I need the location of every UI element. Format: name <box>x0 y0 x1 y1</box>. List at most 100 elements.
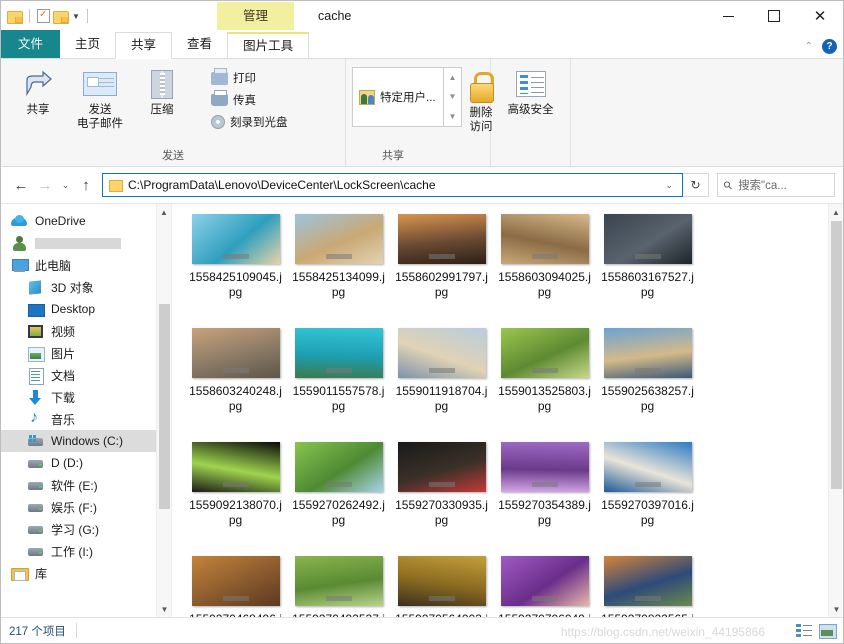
maximize-button[interactable] <box>751 1 797 31</box>
advanced-security-icon <box>515 68 546 100</box>
share-button[interactable]: 共享 <box>7 64 69 117</box>
nav-scroll-thumb[interactable] <box>159 304 170 509</box>
ribbon-group-send-label: 发送 <box>162 150 184 162</box>
refresh-button[interactable]: ↻ <box>683 173 709 197</box>
burn-to-disc-button[interactable]: 刻录到光盘 <box>207 113 292 131</box>
window-title: cache <box>318 9 352 23</box>
file-tile[interactable]: 1559011557578.jpg <box>287 328 390 414</box>
tab-home[interactable]: 主页 <box>60 32 116 58</box>
file-tile[interactable]: 1559270492537.jpg <box>287 556 390 617</box>
file-tile[interactable]: 1559270706049.jpg <box>493 556 596 617</box>
file-name: 1559270330935.jpg <box>395 498 488 527</box>
file-tile[interactable]: 1559011918704.jpg <box>390 328 493 414</box>
file-tile[interactable]: 1558603167527.jpg <box>596 214 699 300</box>
thumbnails-view-icon[interactable] <box>819 623 837 639</box>
sidebar-item-视频[interactable]: 视频 <box>1 320 171 342</box>
back-button[interactable]: ← <box>9 172 33 198</box>
drive-icon <box>27 544 44 559</box>
file-list-scrollbar[interactable]: ▲ ▼ <box>828 204 843 617</box>
sidebar-item-desktop[interactable]: Desktop <box>1 298 171 320</box>
folder-icon[interactable] <box>7 10 23 24</box>
file-thumbnail <box>191 328 280 378</box>
address-dropdown-icon[interactable]: ⌄ <box>660 180 678 191</box>
file-tile[interactable]: 1558425109045.jpg <box>184 214 287 300</box>
sidebar-item-dd[interactable]: D (D:) <box>1 452 171 474</box>
sidebar-item-此电脑[interactable]: 此电脑 <box>1 254 171 276</box>
chevron-up-icon[interactable]: ⌃ <box>805 41 813 52</box>
nav-scroll-up-icon[interactable]: ▲ <box>157 204 171 220</box>
specific-users-combo[interactable]: 特定用户... ▲ ▼ ▼ <box>352 67 462 127</box>
file-tile[interactable]: 1559270354389.jpg <box>493 442 596 528</box>
sidebar-item-下载[interactable]: 下载 <box>1 386 171 408</box>
file-tile[interactable]: 1559270468496.jpg <box>184 556 287 617</box>
sidebar-item-onedrive[interactable]: OneDrive <box>1 210 171 232</box>
file-name: 1559011918704.jpg <box>395 384 488 413</box>
thumbnail-overlay <box>222 596 249 601</box>
spinner-up-icon[interactable]: ▲ <box>449 73 457 82</box>
details-view-icon[interactable] <box>796 623 812 638</box>
thumbnail-overlay <box>634 368 661 373</box>
sidebar-item-图片[interactable]: 图片 <box>1 342 171 364</box>
tab-file[interactable]: 文件 <box>1 30 61 58</box>
sidebar-item-学习g[interactable]: 学习 (G:) <box>1 518 171 540</box>
print-button[interactable]: 打印 <box>207 67 292 87</box>
sidebar-item-软件e[interactable]: 软件 (E:) <box>1 474 171 496</box>
file-tile[interactable]: 1559270262492.jpg <box>287 442 390 528</box>
sidebar-item-工作i[interactable]: 工作 (I:) <box>1 540 171 562</box>
thumbnail-overlay <box>634 596 661 601</box>
sidebar-item-3d对象[interactable]: 3D 对象 <box>1 276 171 298</box>
properties-icon[interactable] <box>37 9 50 23</box>
file-tile[interactable]: 1559092138070.jpg <box>184 442 287 528</box>
file-thumbnail <box>294 214 383 264</box>
videos-icon <box>27 324 44 339</box>
scroll-down-icon[interactable]: ▼ <box>829 601 843 617</box>
zip-button[interactable]: 压缩 <box>131 64 193 117</box>
nav-scrollbar[interactable]: ▲ ▼ <box>156 204 171 617</box>
sidebar-item-音乐[interactable]: 音乐 <box>1 408 171 430</box>
file-tile[interactable]: 1559270330935.jpg <box>390 442 493 528</box>
help-icon[interactable]: ? <box>822 39 837 54</box>
address-field[interactable]: C:\ProgramData\Lenovo\DeviceCenter\LockS… <box>102 173 683 197</box>
tab-share[interactable]: 共享 <box>115 32 173 59</box>
sidebar-item-娱乐f[interactable]: 娱乐 (F:) <box>1 496 171 518</box>
thumbnail-overlay <box>428 254 455 259</box>
search-box[interactable]: ⚲ 搜索"ca... <box>717 173 835 197</box>
tab-view[interactable]: 查看 <box>172 32 228 58</box>
email-button[interactable]: 发送 电子邮件 <box>69 64 131 131</box>
sidebar-item-库[interactable]: 库 <box>1 562 171 584</box>
folder-path-icon <box>109 179 123 192</box>
close-button[interactable]: ✕ <box>797 1 843 31</box>
up-button[interactable]: ↑ <box>74 172 98 198</box>
file-tile[interactable]: 1558602991797.jpg <box>390 214 493 300</box>
ribbon-group-advanced-label <box>491 163 570 166</box>
file-tile[interactable]: 1559025638257.jpg <box>596 328 699 414</box>
new-folder-icon[interactable] <box>53 10 69 24</box>
spinner-expand-icon[interactable]: ▼ <box>449 112 457 121</box>
tab-picture-tools[interactable]: 图片工具 <box>227 32 310 58</box>
scroll-thumb[interactable] <box>831 221 842 489</box>
fax-button[interactable]: 传真 <box>207 90 292 109</box>
scroll-up-icon[interactable]: ▲ <box>829 204 843 220</box>
spinner-down-icon[interactable]: ▼ <box>449 92 457 101</box>
sidebar-item-windowsc[interactable]: Windows (C:) <box>1 430 171 452</box>
file-tile[interactable]: 1558603240248.jpg <box>184 328 287 414</box>
view-mode-buttons <box>796 623 837 639</box>
file-tile[interactable]: 1559270822565.jpg <box>596 556 699 617</box>
advanced-security-button[interactable]: 高级安全 <box>497 64 564 117</box>
file-tile[interactable]: 1559270564003.jpg <box>390 556 493 617</box>
file-tile[interactable]: 1558425134099.jpg <box>287 214 390 300</box>
minimize-button[interactable] <box>705 1 751 31</box>
specific-users-field[interactable]: 特定用户... <box>352 67 444 127</box>
sidebar-item-user[interactable] <box>1 232 171 254</box>
file-tile[interactable]: 1559013525803.jpg <box>493 328 596 414</box>
recent-locations-button[interactable]: ⌄ <box>57 172 74 198</box>
nav-scroll-down-icon[interactable]: ▼ <box>157 601 171 617</box>
file-tile[interactable]: 1559270397016.jpg <box>596 442 699 528</box>
specific-users-spinner[interactable]: ▲ ▼ ▼ <box>444 67 462 127</box>
forward-button[interactable]: → <box>33 172 57 198</box>
file-list-pane[interactable]: 1558425109045.jpg 1558425134099.jpg 155860… <box>171 204 843 617</box>
file-tile[interactable]: 1558603094025.jpg <box>493 214 596 300</box>
sidebar-item-文档[interactable]: 文档 <box>1 364 171 386</box>
desktop-icon <box>27 302 45 317</box>
customize-dropdown-icon[interactable]: ▼ <box>72 12 80 21</box>
